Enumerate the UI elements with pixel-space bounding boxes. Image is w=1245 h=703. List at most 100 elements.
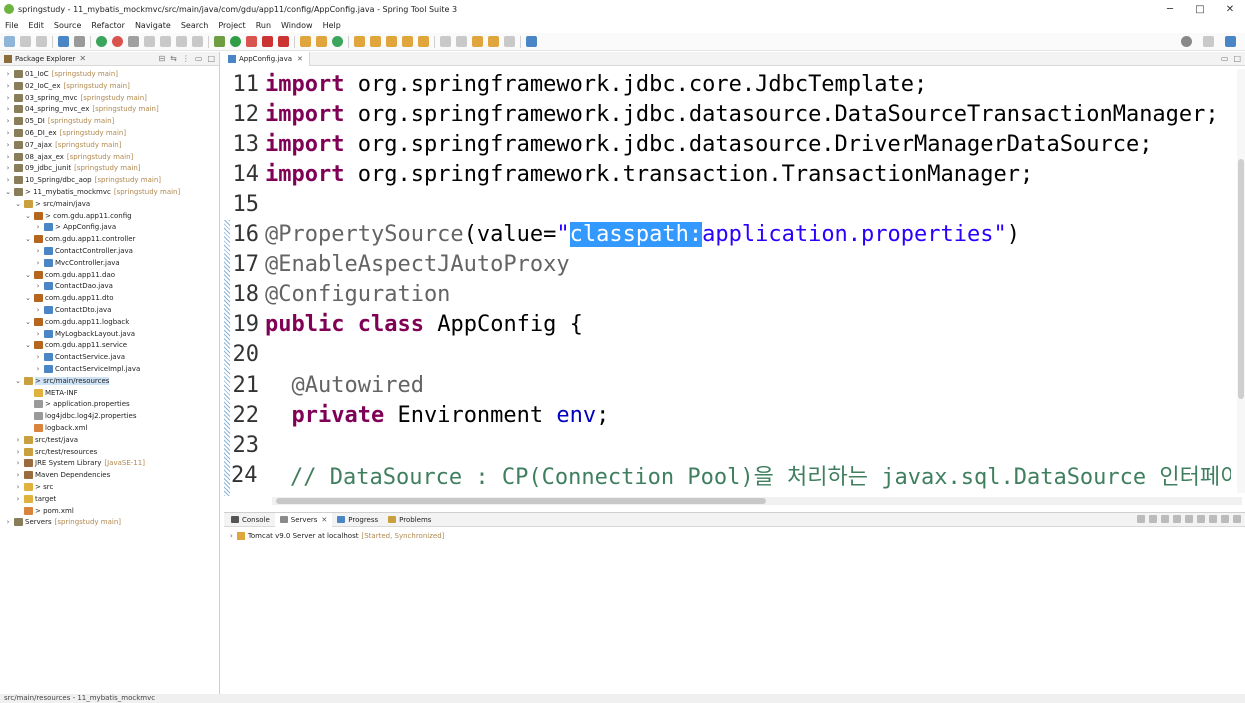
tree-item[interactable]: › Maven Dependencies xyxy=(0,469,220,481)
horizontal-scrollbar[interactable] xyxy=(272,497,1242,505)
collapsed-arrow-icon[interactable]: › xyxy=(34,306,42,314)
pin-icon[interactable] xyxy=(128,36,139,47)
start-server-icon[interactable] xyxy=(1161,515,1169,523)
debug-server-icon[interactable] xyxy=(1149,515,1157,523)
next-annotation-icon[interactable] xyxy=(440,36,451,47)
collapsed-arrow-icon[interactable]: › xyxy=(4,94,12,102)
toggle-mark-icon[interactable] xyxy=(144,36,155,47)
open-console-icon[interactable] xyxy=(526,36,537,47)
collapsed-arrow-icon[interactable]: › xyxy=(4,117,12,125)
minimize-view-icon[interactable]: ▭ xyxy=(195,54,203,63)
tree-item[interactable]: ⌄ com.gdu.app11.dto xyxy=(0,292,220,304)
menu-refactor[interactable]: Refactor xyxy=(86,21,130,30)
menu-run[interactable]: Run xyxy=(251,21,276,30)
expanded-arrow-icon[interactable]: ⌄ xyxy=(24,294,32,302)
tree-item[interactable]: › ContactService.java xyxy=(0,351,220,363)
tree-item[interactable]: META-INF xyxy=(0,387,220,399)
tree-item[interactable]: ⌄ > src/main/java xyxy=(0,198,220,210)
tree-item[interactable]: ⌄ com.gdu.app11.controller xyxy=(0,233,220,245)
new-spring-bean-icon[interactable] xyxy=(300,36,311,47)
tree-item[interactable]: › Servers [springstudy main] xyxy=(0,516,220,528)
maximize-editor-icon[interactable]: □ xyxy=(1233,54,1241,63)
collapsed-arrow-icon[interactable]: › xyxy=(34,330,42,338)
tree-item[interactable]: log4jdbc.log4j2.properties xyxy=(0,410,220,422)
menu-help[interactable]: Help xyxy=(318,21,346,30)
code-line[interactable]: 22 private Environment env; xyxy=(231,400,1231,430)
vertical-scroll-thumb[interactable] xyxy=(1238,159,1244,399)
tree-item[interactable]: ⌄ com.gdu.app11.logback xyxy=(0,316,220,328)
publish-icon[interactable] xyxy=(1197,515,1205,523)
open-folder-icon[interactable] xyxy=(370,36,381,47)
collapsed-arrow-icon[interactable]: › xyxy=(34,365,42,373)
collapsed-arrow-icon[interactable]: › xyxy=(4,129,12,137)
code-line[interactable]: 16 @PropertySource (value= " classpath: appli… xyxy=(231,220,1231,250)
code-line[interactable]: 24 // DataSource : CP(Connection Pool)을 … xyxy=(231,460,1231,491)
code-line[interactable]: 14 import org.springframework.transaction… xyxy=(231,159,1231,189)
menu-source[interactable]: Source xyxy=(49,21,86,30)
collapsed-arrow-icon[interactable]: › xyxy=(34,282,42,290)
code-line[interactable]: 19 public class AppConfig { xyxy=(231,310,1231,340)
tree-item[interactable]: › 04_spring_mvc_ex [springstudy main] xyxy=(0,103,220,115)
external-tools-icon[interactable] xyxy=(262,36,273,47)
save-all-icon[interactable] xyxy=(36,36,47,47)
spring-boot-dashboard-icon[interactable] xyxy=(96,36,107,47)
collapsed-arrow-icon[interactable]: › xyxy=(34,223,42,231)
open-perspective-icon[interactable] xyxy=(1203,36,1214,47)
tree-item[interactable]: ⌄ > com.gdu.app11.config xyxy=(0,210,220,222)
collapse-all-icon[interactable]: ⊟ xyxy=(158,54,165,63)
tree-item[interactable]: ⌄ com.gdu.app11.dao xyxy=(0,269,220,281)
maximize-view-icon[interactable] xyxy=(1233,515,1241,523)
tree-item[interactable]: > pom.xml xyxy=(0,505,220,517)
tree-item[interactable]: › 10_Spring/dbc_aop [springstudy main] xyxy=(0,174,220,186)
tree-item[interactable]: ⌄ com.gdu.app11.service xyxy=(0,339,220,351)
last-edit-icon[interactable] xyxy=(472,36,483,47)
new-icon[interactable] xyxy=(4,36,15,47)
back-icon[interactable] xyxy=(488,36,499,47)
new-package-icon[interactable] xyxy=(316,36,327,47)
collapsed-arrow-icon[interactable]: › xyxy=(14,436,22,444)
collapsed-arrow-icon[interactable]: › xyxy=(34,247,42,255)
collapsed-arrow-icon[interactable]: › xyxy=(14,459,22,467)
collapsed-arrow-icon[interactable]: › xyxy=(4,176,12,184)
tree-item[interactable]: › 08_ajax_ex [springstudy main] xyxy=(0,151,220,163)
menu-project[interactable]: Project xyxy=(213,21,250,30)
tree-item[interactable]: › JRE System Library [JavaSE-11] xyxy=(0,457,220,469)
vertical-scrollbar[interactable] xyxy=(1237,69,1245,493)
tree-item[interactable]: > application.properties xyxy=(0,398,220,410)
tree-item[interactable]: › MvcController.java xyxy=(0,257,220,269)
tab-problems[interactable]: Problems xyxy=(383,513,436,527)
run-icon[interactable] xyxy=(230,36,241,47)
collapsed-arrow-icon[interactable]: › xyxy=(14,448,22,456)
save-icon[interactable] xyxy=(20,36,31,47)
view-menu-icon[interactable]: ⋮ xyxy=(182,54,190,63)
collapsed-arrow-icon[interactable]: › xyxy=(4,518,12,526)
collapsed-arrow-icon[interactable]: › xyxy=(4,105,12,113)
expanded-arrow-icon[interactable]: ⌄ xyxy=(24,212,32,220)
tree-item[interactable]: › 05_DI [springstudy main] xyxy=(0,115,220,127)
java-perspective-icon[interactable] xyxy=(1225,36,1236,47)
collapsed-arrow-icon[interactable]: › xyxy=(34,259,42,267)
stop-server-icon[interactable] xyxy=(1185,515,1193,523)
tab-servers[interactable]: Servers ✕ xyxy=(274,512,333,527)
menu-search[interactable]: Search xyxy=(176,21,213,30)
tree-item[interactable]: › 01_IoC [springstudy main] xyxy=(0,68,220,80)
terminal-icon[interactable] xyxy=(58,36,69,47)
expanded-arrow-icon[interactable]: ⌄ xyxy=(24,341,32,349)
open-type-icon[interactable] xyxy=(354,36,365,47)
previous-annotation-icon[interactable] xyxy=(456,36,467,47)
tree-item[interactable]: › target xyxy=(0,493,220,505)
search-icon[interactable] xyxy=(1181,36,1192,47)
tab-progress[interactable]: Progress xyxy=(332,513,383,527)
collapsed-arrow-icon[interactable]: › xyxy=(4,82,12,90)
expanded-arrow-icon[interactable]: ⌄ xyxy=(24,318,32,326)
coverage-icon[interactable] xyxy=(246,36,257,47)
expanded-arrow-icon[interactable]: ⌄ xyxy=(14,200,22,208)
tree-item[interactable]: › 03_spring_mvc [springstudy main] xyxy=(0,92,220,104)
collapsed-arrow-icon[interactable]: › xyxy=(4,141,12,149)
collapsed-arrow-icon[interactable]: › xyxy=(34,353,42,361)
tree-item[interactable]: › 07_ajax [springstudy main] xyxy=(0,139,220,151)
code-line[interactable]: 11 import org.springframework.jdbc.core.J… xyxy=(231,69,1231,99)
expanded-arrow-icon[interactable]: ⌄ xyxy=(24,271,32,279)
tree-item[interactable]: › 02_IoC_ex [springstudy main] xyxy=(0,80,220,92)
tree-item[interactable]: › ContactServiceImpl.java xyxy=(0,363,220,375)
